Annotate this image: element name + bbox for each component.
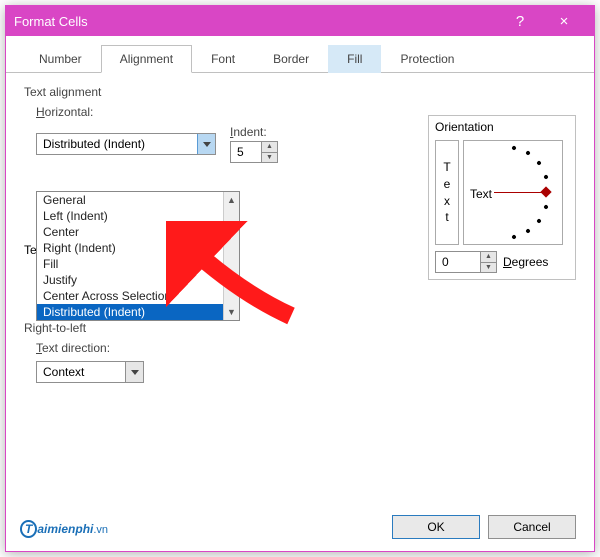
spin-up-icon[interactable]: ▲: [262, 142, 277, 153]
dropdown-item-general[interactable]: General: [37, 192, 223, 208]
watermark-logo: Taimienphi.vn: [20, 516, 108, 539]
format-cells-dialog: Format Cells ? × Number Alignment Font B…: [5, 5, 595, 552]
help-button[interactable]: ?: [498, 6, 542, 36]
dropdown-item-center[interactable]: Center: [37, 224, 223, 240]
tab-alignment[interactable]: Alignment: [101, 45, 192, 73]
ok-button[interactable]: OK: [392, 515, 480, 539]
tab-number[interactable]: Number: [20, 45, 101, 73]
tab-font[interactable]: Font: [192, 45, 254, 73]
dialog-content: Text alignment Horizontal: Distributed (…: [6, 73, 594, 395]
spin-down-icon[interactable]: ▼: [262, 153, 277, 163]
scroll-down-icon[interactable]: ▼: [224, 304, 239, 320]
tab-border[interactable]: Border: [254, 45, 328, 73]
chevron-down-icon[interactable]: [197, 134, 215, 154]
dropdown-item-fill[interactable]: Fill: [37, 256, 223, 272]
degrees-spinner[interactable]: 0 ▲ ▼: [435, 251, 497, 273]
dropdown-item-center-across[interactable]: Center Across Selection: [37, 288, 223, 304]
degrees-label: Degrees: [503, 255, 548, 269]
dropdown-item-left[interactable]: Left (Indent): [37, 208, 223, 224]
orientation-label: Orientation: [435, 120, 569, 134]
spin-down-icon[interactable]: ▼: [481, 263, 496, 273]
rtl-label: Right-to-left: [24, 321, 576, 335]
dropdown-item-justify[interactable]: Justify: [37, 272, 223, 288]
text-direction-value: Context: [37, 365, 125, 379]
tab-strip: Number Alignment Font Border Fill Protec…: [6, 36, 594, 73]
chevron-down-icon[interactable]: [125, 362, 143, 382]
spin-up-icon[interactable]: ▲: [481, 252, 496, 263]
orientation-handle[interactable]: [540, 186, 551, 197]
dropdown-item-right[interactable]: Right (Indent): [37, 240, 223, 256]
window-title: Format Cells: [14, 14, 498, 29]
orientation-line: [494, 192, 546, 193]
dialog-footer: OK Cancel: [392, 515, 576, 539]
indent-value: 5: [231, 145, 261, 159]
degrees-value: 0: [436, 255, 480, 269]
scroll-up-icon[interactable]: ▲: [224, 192, 239, 208]
cancel-button[interactable]: Cancel: [488, 515, 576, 539]
orientation-dial[interactable]: Text: [463, 140, 563, 245]
scrollbar[interactable]: ▲ ▼: [223, 192, 239, 320]
tab-protection[interactable]: Protection: [381, 45, 473, 73]
horizontal-combo-value: Distributed (Indent): [37, 137, 197, 151]
text-alignment-label: Text alignment: [24, 85, 576, 99]
close-button[interactable]: ×: [542, 6, 586, 36]
text-control-label-cut: Te: [24, 243, 37, 257]
indent-label: Indent:: [230, 125, 278, 139]
text-direction-combo[interactable]: Context: [36, 361, 144, 383]
dropdown-item-distributed[interactable]: Distributed (Indent): [37, 304, 223, 320]
orientation-group: Orientation T e x t Text: [428, 115, 576, 280]
horizontal-combo[interactable]: Distributed (Indent): [36, 133, 216, 155]
orientation-arc-text: Text: [470, 187, 492, 201]
text-direction-label: Text direction:: [36, 341, 576, 355]
horizontal-dropdown: General Left (Indent) Center Right (Inde…: [36, 191, 240, 321]
indent-spinner[interactable]: 5 ▲ ▼: [230, 141, 278, 163]
tab-fill[interactable]: Fill: [328, 45, 381, 73]
titlebar: Format Cells ? ×: [6, 6, 594, 36]
vertical-text-button[interactable]: T e x t: [435, 140, 459, 245]
